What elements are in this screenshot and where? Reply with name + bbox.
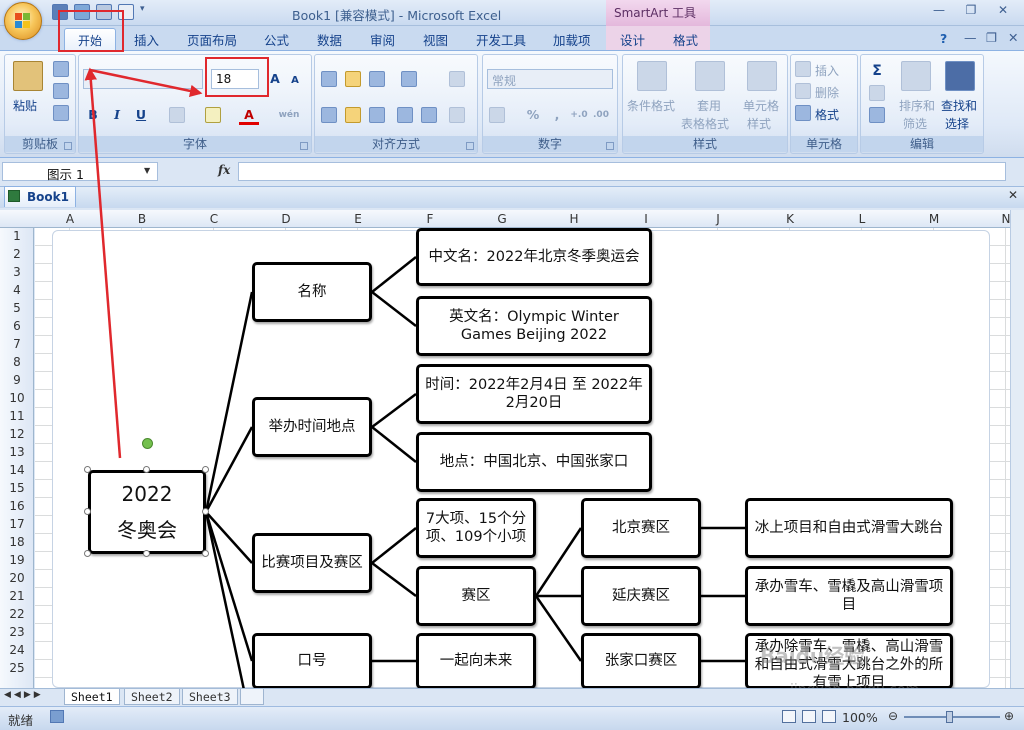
sheet-tab[interactable]: Sheet1 xyxy=(64,689,120,705)
arrow-to-font-size xyxy=(89,68,203,98)
zoom-in-icon[interactable]: ⊕ xyxy=(1004,709,1014,723)
normal-view-icon[interactable] xyxy=(782,710,796,723)
status-ready: 就绪 xyxy=(8,713,34,728)
sheet-tab[interactable]: Sheet2 xyxy=(124,689,180,705)
watermark-logo: Baidu经验 xyxy=(760,644,865,668)
insert-sheet-icon[interactable] xyxy=(240,689,264,705)
page-break-view-icon[interactable] xyxy=(822,710,836,723)
office-button[interactable] xyxy=(4,2,42,40)
sheet-nav-icons[interactable]: ◀◀▶▶ xyxy=(4,690,44,700)
office-logo-icon xyxy=(15,13,31,29)
zoom-out-icon[interactable]: ⊖ xyxy=(888,709,898,723)
zoom-level[interactable]: 100% xyxy=(842,710,878,725)
arrow-to-home-tab xyxy=(84,67,122,459)
zoom-slider-thumb[interactable] xyxy=(946,711,953,723)
sheet-tab[interactable]: Sheet3 xyxy=(182,689,238,705)
macro-record-icon[interactable] xyxy=(50,710,64,723)
page-layout-view-icon[interactable] xyxy=(802,710,816,723)
annotation-arrows xyxy=(84,67,203,459)
